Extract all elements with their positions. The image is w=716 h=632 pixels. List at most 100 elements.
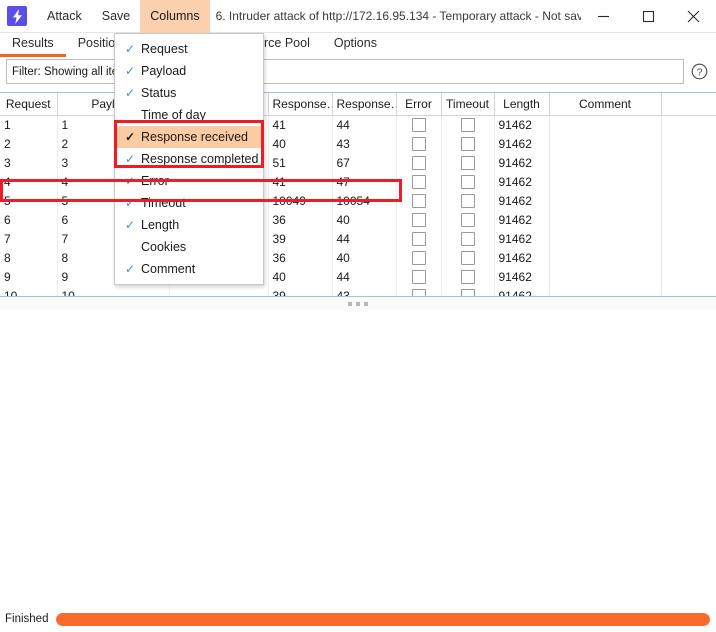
- timeout-checkbox[interactable]: [460, 212, 475, 227]
- error-checkbox[interactable]: [411, 288, 426, 296]
- cell-response-completed: 67: [332, 153, 397, 172]
- error-checkbox[interactable]: [411, 269, 426, 284]
- timeout-checkbox[interactable]: [460, 250, 475, 265]
- maximize-button[interactable]: [626, 0, 671, 33]
- error-checkbox[interactable]: [411, 212, 426, 227]
- error-checkbox[interactable]: [411, 136, 426, 151]
- col-header-error[interactable]: Error: [396, 93, 442, 116]
- menu-item-response-completed[interactable]: ✓ Response completed: [115, 148, 263, 170]
- menu-item-response-received[interactable]: ✓ Response received: [115, 126, 263, 148]
- cell-length: 91462: [494, 153, 550, 172]
- col-header-comment[interactable]: Comment: [549, 93, 662, 116]
- timeout-checkbox[interactable]: [460, 269, 475, 284]
- checkmark-icon: ✓: [124, 174, 136, 188]
- cell-response-completed: 44: [332, 267, 397, 286]
- menu-item-label: Status: [141, 86, 177, 100]
- menu-item-comment[interactable]: ✓ Comment: [115, 258, 263, 280]
- col-header-response-completed[interactable]: Response…: [332, 93, 397, 116]
- table-row[interactable]: 9 9 40 44 91462: [0, 267, 716, 286]
- table-row[interactable]: 1 1 41 44 91462: [0, 115, 716, 134]
- cell-length: 91462: [494, 134, 550, 153]
- menu-item-error[interactable]: ✓ Error: [115, 170, 263, 192]
- error-checkbox[interactable]: [411, 118, 426, 133]
- menu-item-cookies[interactable]: ✓Cookies: [115, 236, 263, 258]
- timeout-checkbox[interactable]: [460, 231, 475, 246]
- request-response-pane: [0, 310, 716, 606]
- cell-response-received: 39: [268, 286, 333, 296]
- cell-request: 5: [0, 191, 58, 210]
- table-row[interactable]: 8 8 36 40 91462: [0, 248, 716, 267]
- menu-save[interactable]: Save: [92, 0, 141, 33]
- cell-timeout: [441, 172, 495, 191]
- close-icon: [687, 10, 700, 22]
- menu-item-timeout[interactable]: ✓ Timeout: [115, 192, 263, 214]
- error-checkbox[interactable]: [411, 155, 426, 170]
- tab-results[interactable]: Results: [0, 33, 66, 57]
- cell-spacer: [661, 229, 716, 248]
- menu-item-length[interactable]: ✓ Length: [115, 214, 263, 236]
- cell-comment: [549, 267, 662, 286]
- menu-item-label: Comment: [141, 262, 196, 276]
- filter-input[interactable]: Filter: Showing all items: [6, 59, 684, 84]
- error-checkbox[interactable]: [411, 174, 426, 189]
- results-table-container[interactable]: Request Payload Status Response… Respons…: [0, 92, 716, 297]
- timeout-checkbox[interactable]: [460, 155, 475, 170]
- cell-comment: [549, 286, 662, 296]
- col-header-timeout[interactable]: Timeout: [441, 93, 495, 116]
- cell-error: [396, 248, 442, 267]
- columns-dropdown-menu[interactable]: ✓Request✓Payload✓Status✓Time of day✓Resp…: [114, 33, 264, 285]
- timeout-checkbox[interactable]: [460, 288, 475, 296]
- col-header-request[interactable]: Request: [0, 93, 58, 116]
- menu-item-request[interactable]: ✓ Request: [115, 38, 263, 60]
- timeout-checkbox[interactable]: [460, 118, 475, 133]
- timeout-checkbox[interactable]: [460, 136, 475, 151]
- menu-item-status[interactable]: ✓ Status: [115, 82, 263, 104]
- cell-comment: [549, 134, 662, 153]
- minimize-button[interactable]: [581, 0, 626, 33]
- table-row[interactable]: 7 7 39 44 91462: [0, 229, 716, 248]
- timeout-checkbox[interactable]: [460, 174, 475, 189]
- menu-columns[interactable]: Columns: [140, 0, 210, 33]
- question-mark-circle-icon[interactable]: ?: [688, 59, 710, 84]
- close-button[interactable]: [671, 0, 716, 33]
- col-header-spacer[interactable]: [661, 93, 716, 116]
- menu-attack[interactable]: Attack: [37, 0, 92, 33]
- table-row[interactable]: 3 3 51 67 91462: [0, 153, 716, 172]
- checkmark-icon: ✓: [124, 152, 136, 166]
- cell-error: [396, 267, 442, 286]
- attack-progress-bar: [56, 612, 710, 626]
- filter-bar: Filter: Showing all items ?: [6, 59, 710, 84]
- cell-timeout: [441, 153, 495, 172]
- table-row[interactable]: 4 4 41 47 91462: [0, 172, 716, 191]
- pane-splitter[interactable]: [0, 297, 716, 310]
- cell-response-completed: 10054: [332, 191, 397, 210]
- menu-item-payload[interactable]: ✓ Payload: [115, 60, 263, 82]
- timeout-checkbox[interactable]: [460, 193, 475, 208]
- col-header-length[interactable]: Length: [494, 93, 550, 116]
- minimize-icon: [598, 15, 609, 17]
- cell-spacer: [661, 191, 716, 210]
- svg-text:?: ?: [696, 66, 702, 78]
- col-header-response-received[interactable]: Response…: [268, 93, 333, 116]
- table-row[interactable]: 2 2 40 43 91462: [0, 134, 716, 153]
- tab-options[interactable]: Options: [322, 33, 389, 57]
- menu-item-time-of-day[interactable]: ✓Time of day: [115, 104, 263, 126]
- error-checkbox[interactable]: [411, 231, 426, 246]
- cell-spacer: [661, 172, 716, 191]
- cell-response-received: 40: [268, 134, 333, 153]
- table-row[interactable]: 5 5 10049 10054 91462: [0, 191, 716, 210]
- checkmark-icon-hidden: ✓: [119, 241, 141, 253]
- table-row[interactable]: 6 6 36 40 91462: [0, 210, 716, 229]
- error-checkbox[interactable]: [411, 250, 426, 265]
- cell-response-received: 39: [268, 229, 333, 248]
- cell-comment: [549, 229, 662, 248]
- error-checkbox[interactable]: [411, 193, 426, 208]
- cell-response-completed: 43: [332, 286, 397, 296]
- cell-error: [396, 115, 442, 134]
- cell-response-received: 41: [268, 115, 333, 134]
- cell-error: [396, 210, 442, 229]
- cell-request: 8: [0, 248, 58, 267]
- table-row[interactable]: 10 10 39 43 91462: [0, 286, 716, 296]
- cell-length: 91462: [494, 210, 550, 229]
- cell-comment: [549, 210, 662, 229]
